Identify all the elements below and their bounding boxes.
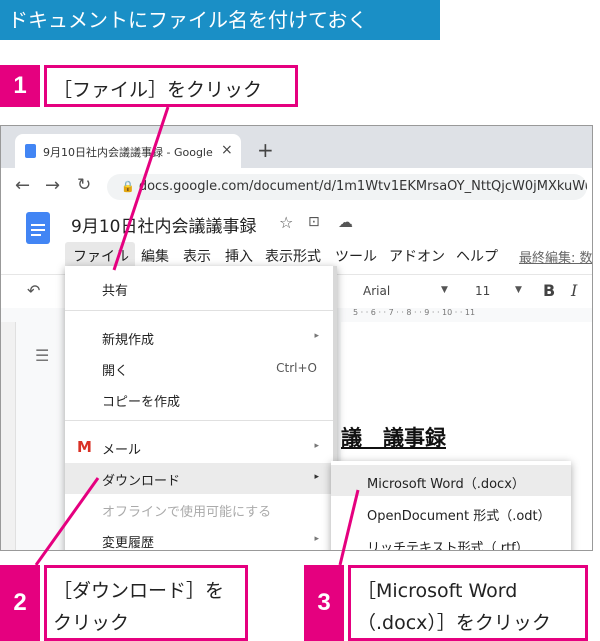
callout-2-number: 2 xyxy=(0,565,40,641)
leader-line-3 xyxy=(338,489,360,566)
callout-3-number: 3 xyxy=(304,565,344,641)
callout-3-box: ［Microsoft Word （.docx）］をクリック xyxy=(348,565,588,641)
leader-line-1 xyxy=(112,106,170,271)
callout-2-line2: クリック xyxy=(53,612,130,634)
callout-leader-lines xyxy=(34,106,360,566)
leader-line-2 xyxy=(34,477,100,566)
callout-3-line2: （.docx）］をクリック xyxy=(357,612,551,634)
callout-2-box: ［ダウンロード］を クリック xyxy=(44,565,248,641)
callout-2-line1: ［ダウンロード］を xyxy=(53,580,225,602)
callout-3-line1: ［Microsoft Word xyxy=(357,580,518,602)
